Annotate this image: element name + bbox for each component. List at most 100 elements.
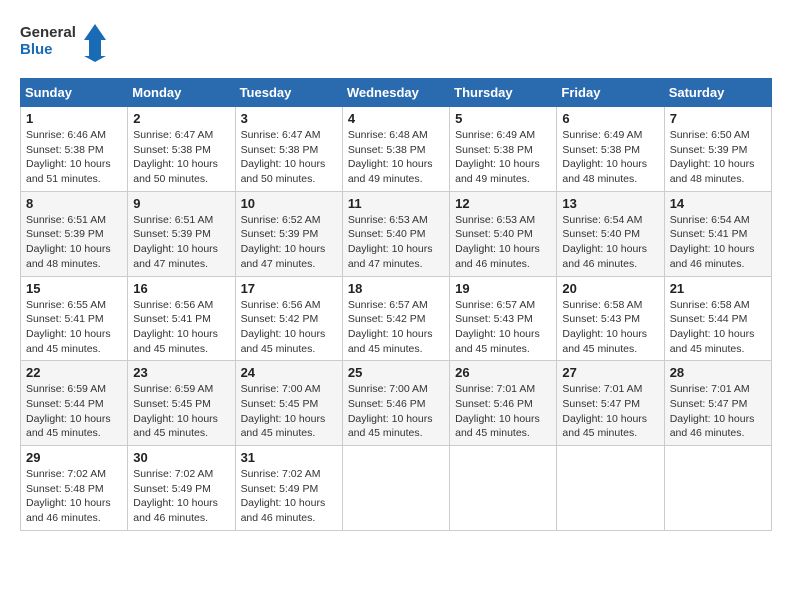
day-number: 16	[133, 281, 229, 296]
day-cell-18: 18 Sunrise: 6:57 AMSunset: 5:42 PMDayligh…	[342, 276, 449, 361]
day-number: 4	[348, 111, 444, 126]
column-header-monday: Monday	[128, 79, 235, 107]
day-info: Sunrise: 6:53 AMSunset: 5:40 PMDaylight:…	[455, 213, 551, 272]
day-info: Sunrise: 7:00 AMSunset: 5:46 PMDaylight:…	[348, 382, 444, 441]
day-info: Sunrise: 6:51 AMSunset: 5:39 PMDaylight:…	[133, 213, 229, 272]
day-number: 22	[26, 365, 122, 380]
day-cell-13: 13 Sunrise: 6:54 AMSunset: 5:40 PMDayligh…	[557, 191, 664, 276]
day-number: 19	[455, 281, 551, 296]
day-info: Sunrise: 6:47 AMSunset: 5:38 PMDaylight:…	[133, 128, 229, 187]
day-cell-19: 19 Sunrise: 6:57 AMSunset: 5:43 PMDayligh…	[450, 276, 557, 361]
day-number: 11	[348, 196, 444, 211]
day-cell-28: 28Sunrise: 7:01 AMSunset: 5:47 PMDayligh…	[664, 361, 771, 446]
day-number: 30	[133, 450, 229, 465]
day-number: 8	[26, 196, 122, 211]
day-cell-30: 30 Sunrise: 7:02 AMSunset: 5:49 PMDayligh…	[128, 446, 235, 531]
day-cell-23: 23 Sunrise: 6:59 AMSunset: 5:45 PMDayligh…	[128, 361, 235, 446]
day-number: 20	[562, 281, 658, 296]
day-cell-20: 20Sunrise: 6:58 AMSunset: 5:43 PMDayligh…	[557, 276, 664, 361]
day-info: Sunrise: 7:02 AMSunset: 5:49 PMDaylight:…	[241, 467, 337, 526]
day-number: 7	[670, 111, 766, 126]
day-cell-6: 6Sunrise: 6:49 AMSunset: 5:38 PMDaylight…	[557, 107, 664, 192]
day-info: Sunrise: 6:48 AMSunset: 5:38 PMDaylight:…	[348, 128, 444, 187]
day-number: 25	[348, 365, 444, 380]
day-number: 17	[241, 281, 337, 296]
day-cell-21: 21 Sunrise: 6:58 AMSunset: 5:44 PMDayligh…	[664, 276, 771, 361]
calendar-week-4: 22 Sunrise: 6:59 AMSunset: 5:44 PMDayligh…	[21, 361, 772, 446]
day-number: 6	[562, 111, 658, 126]
day-info: Sunrise: 7:01 AMSunset: 5:47 PMDaylight:…	[562, 382, 658, 441]
day-cell-7: 7 Sunrise: 6:50 AMSunset: 5:39 PMDaylight…	[664, 107, 771, 192]
svg-text:General: General	[20, 24, 76, 41]
day-cell-4: 4 Sunrise: 6:48 AMSunset: 5:38 PMDaylight…	[342, 107, 449, 192]
day-info: Sunrise: 6:54 AMSunset: 5:40 PMDaylight:…	[562, 213, 658, 272]
day-info: Sunrise: 6:55 AMSunset: 5:41 PMDaylight:…	[26, 298, 122, 357]
day-info: Sunrise: 6:54 AMSunset: 5:41 PMDaylight:…	[670, 213, 766, 272]
empty-cell	[342, 446, 449, 531]
day-number: 26	[455, 365, 551, 380]
calendar-table: SundayMondayTuesdayWednesdayThursdayFrid…	[20, 78, 772, 531]
day-info: Sunrise: 6:59 AMSunset: 5:45 PMDaylight:…	[133, 382, 229, 441]
day-info: Sunrise: 7:01 AMSunset: 5:46 PMDaylight:…	[455, 382, 551, 441]
empty-cell	[450, 446, 557, 531]
day-number: 31	[241, 450, 337, 465]
empty-cell	[557, 446, 664, 531]
day-number: 14	[670, 196, 766, 211]
day-number: 13	[562, 196, 658, 211]
page-header: General Blue	[20, 20, 772, 62]
day-cell-11: 11 Sunrise: 6:53 AMSunset: 5:40 PMDayligh…	[342, 191, 449, 276]
day-cell-8: 8Sunrise: 6:51 AMSunset: 5:39 PMDaylight…	[21, 191, 128, 276]
day-info: Sunrise: 6:57 AMSunset: 5:43 PMDaylight:…	[455, 298, 551, 357]
day-cell-16: 16 Sunrise: 6:56 AMSunset: 5:41 PMDayligh…	[128, 276, 235, 361]
day-cell-12: 12 Sunrise: 6:53 AMSunset: 5:40 PMDayligh…	[450, 191, 557, 276]
day-info: Sunrise: 6:49 AMSunset: 5:38 PMDaylight:…	[455, 128, 551, 187]
day-cell-14: 14 Sunrise: 6:54 AMSunset: 5:41 PMDayligh…	[664, 191, 771, 276]
day-number: 3	[241, 111, 337, 126]
day-cell-25: 25 Sunrise: 7:00 AMSunset: 5:46 PMDayligh…	[342, 361, 449, 446]
day-number: 21	[670, 281, 766, 296]
logo: General Blue	[20, 20, 110, 62]
day-info: Sunrise: 6:56 AMSunset: 5:41 PMDaylight:…	[133, 298, 229, 357]
day-number: 27	[562, 365, 658, 380]
day-info: Sunrise: 6:58 AMSunset: 5:44 PMDaylight:…	[670, 298, 766, 357]
day-info: Sunrise: 7:01 AMSunset: 5:47 PMDaylight:…	[670, 382, 766, 441]
day-info: Sunrise: 6:53 AMSunset: 5:40 PMDaylight:…	[348, 213, 444, 272]
day-number: 2	[133, 111, 229, 126]
day-cell-24: 24 Sunrise: 7:00 AMSunset: 5:45 PMDayligh…	[235, 361, 342, 446]
day-info: Sunrise: 7:02 AMSunset: 5:48 PMDaylight:…	[26, 467, 122, 526]
column-header-wednesday: Wednesday	[342, 79, 449, 107]
day-info: Sunrise: 6:59 AMSunset: 5:44 PMDaylight:…	[26, 382, 122, 441]
day-info: Sunrise: 6:50 AMSunset: 5:39 PMDaylight:…	[670, 128, 766, 187]
day-number: 29	[26, 450, 122, 465]
day-cell-26: 26 Sunrise: 7:01 AMSunset: 5:46 PMDayligh…	[450, 361, 557, 446]
day-cell-17: 17Sunrise: 6:56 AMSunset: 5:42 PMDayligh…	[235, 276, 342, 361]
day-number: 15	[26, 281, 122, 296]
logo-svg: General Blue	[20, 20, 110, 62]
day-info: Sunrise: 6:57 AMSunset: 5:42 PMDaylight:…	[348, 298, 444, 357]
day-number: 5	[455, 111, 551, 126]
empty-cell	[664, 446, 771, 531]
day-cell-27: 27 Sunrise: 7:01 AMSunset: 5:47 PMDayligh…	[557, 361, 664, 446]
column-header-sunday: Sunday	[21, 79, 128, 107]
calendar-week-1: 1Sunrise: 6:46 AMSunset: 5:38 PMDaylight…	[21, 107, 772, 192]
day-number: 9	[133, 196, 229, 211]
day-cell-5: 5 Sunrise: 6:49 AMSunset: 5:38 PMDaylight…	[450, 107, 557, 192]
day-info: Sunrise: 6:47 AMSunset: 5:38 PMDaylight:…	[241, 128, 337, 187]
day-cell-29: 29 Sunrise: 7:02 AMSunset: 5:48 PMDayligh…	[21, 446, 128, 531]
calendar-header-row: SundayMondayTuesdayWednesdayThursdayFrid…	[21, 79, 772, 107]
column-header-tuesday: Tuesday	[235, 79, 342, 107]
day-cell-3: 3 Sunrise: 6:47 AMSunset: 5:38 PMDaylight…	[235, 107, 342, 192]
column-header-thursday: Thursday	[450, 79, 557, 107]
day-cell-1: 1Sunrise: 6:46 AMSunset: 5:38 PMDaylight…	[21, 107, 128, 192]
column-header-saturday: Saturday	[664, 79, 771, 107]
day-cell-15: 15 Sunrise: 6:55 AMSunset: 5:41 PMDayligh…	[21, 276, 128, 361]
calendar-week-2: 8 Sunrise: 6:51 AMSunset: 5:39 PMDaylight…	[21, 191, 772, 276]
day-number: 18	[348, 281, 444, 296]
day-info: Sunrise: 7:00 AMSunset: 5:45 PMDaylight:…	[241, 382, 337, 441]
day-info: Sunrise: 7:02 AMSunset: 5:49 PMDaylight:…	[133, 467, 229, 526]
day-cell-2: 2 Sunrise: 6:47 AMSunset: 5:38 PMDaylight…	[128, 107, 235, 192]
day-number: 23	[133, 365, 229, 380]
calendar-week-5: 29 Sunrise: 7:02 AMSunset: 5:48 PMDayligh…	[21, 446, 772, 531]
day-number: 24	[241, 365, 337, 380]
day-number: 12	[455, 196, 551, 211]
